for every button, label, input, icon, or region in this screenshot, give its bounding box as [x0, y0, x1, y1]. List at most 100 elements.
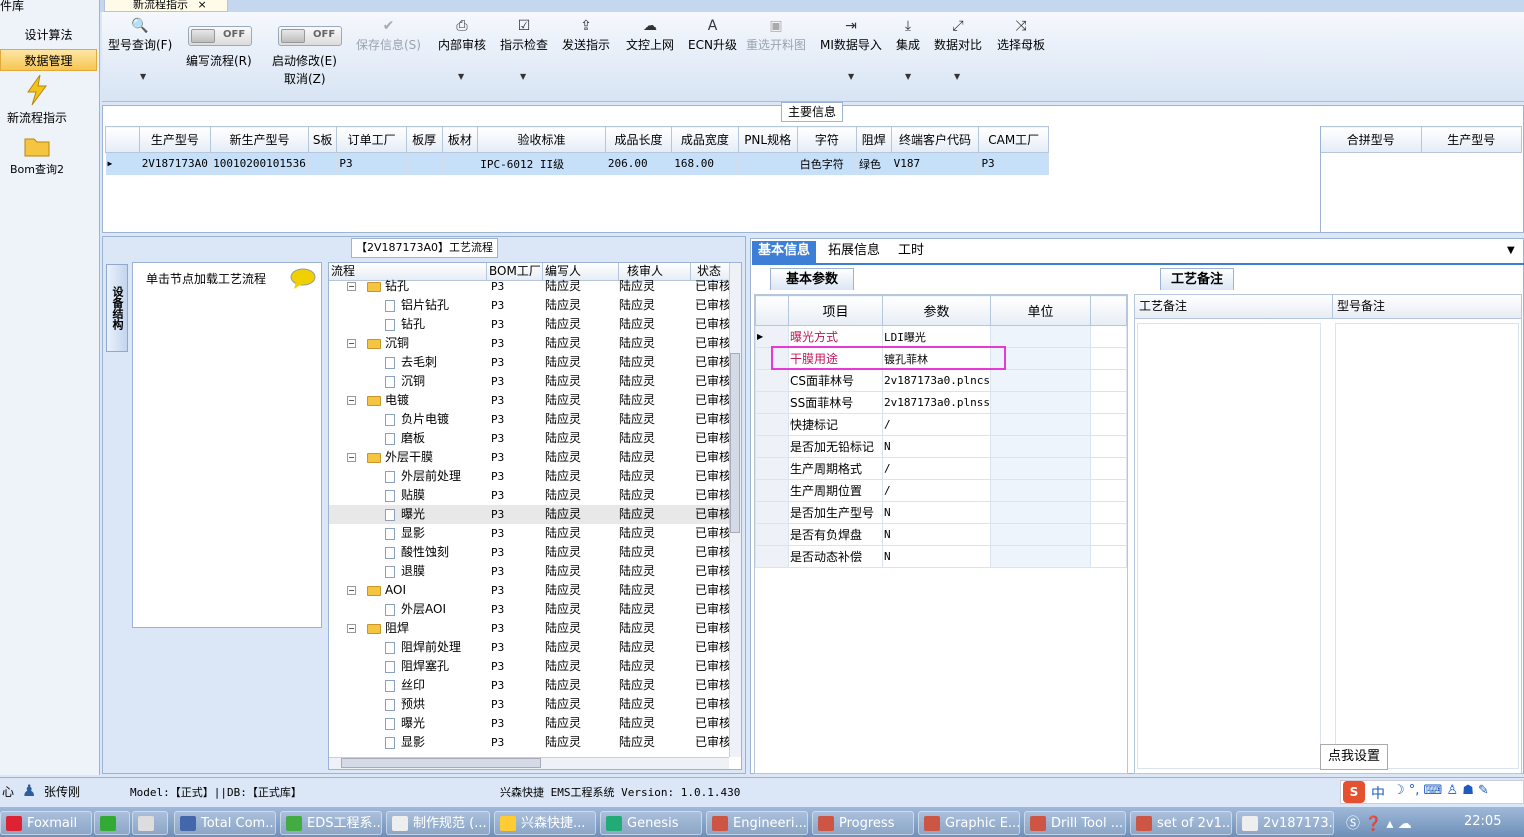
- main-cell[interactable]: [406, 152, 443, 175]
- tree-row[interactable]: 显影 P3 陆应灵 陆应灵 已审核: [329, 733, 729, 752]
- tab-extended-info[interactable]: 拓展信息: [822, 241, 886, 263]
- send-instruction-button[interactable]: ⇪ 发送指示: [562, 16, 610, 53]
- tree-row[interactable]: 曝光 P3 陆应灵 陆应灵 已审核: [329, 714, 729, 733]
- internal-review-button[interactable]: ⎙ 内部审核: [438, 16, 486, 53]
- task-set-of[interactable]: set of 2v1...: [1130, 811, 1232, 835]
- param-value[interactable]: N: [882, 523, 991, 546]
- tree-row[interactable]: − 电镀 P3 陆应灵 陆应灵 已审核: [329, 391, 729, 410]
- param-unit[interactable]: [989, 435, 1091, 458]
- param-value[interactable]: /: [882, 413, 991, 436]
- tab-work-hours[interactable]: 工时: [892, 241, 930, 263]
- collapse-icon[interactable]: −: [347, 282, 356, 291]
- main-col-header[interactable]: 验收标准: [477, 126, 606, 153]
- param-row[interactable]: SS面菲林号 2v187173a0.plnss: [755, 391, 1128, 414]
- param-unit[interactable]: [989, 413, 1091, 436]
- task-progress[interactable]: Progress: [812, 811, 914, 835]
- tab-close-icon[interactable]: ×: [198, 0, 207, 11]
- param-row[interactable]: ▶ 曝光方式 LDI曝光: [755, 325, 1128, 348]
- param-unit[interactable]: [989, 501, 1091, 524]
- main-col-header[interactable]: 板厚: [405, 126, 443, 153]
- main-col-header[interactable]: 字符: [796, 126, 857, 153]
- device-structure-tab[interactable]: 设备结构: [106, 264, 128, 352]
- main-col-header[interactable]: 阻焊: [855, 126, 892, 153]
- param-unit[interactable]: [989, 479, 1091, 502]
- main-cell[interactable]: V187: [891, 152, 980, 175]
- main-col-header[interactable]: 成品宽度: [671, 126, 739, 153]
- tree-row[interactable]: 外层AOI P3 陆应灵 陆应灵 已审核: [329, 600, 729, 619]
- main-col-header[interactable]: 板材: [441, 126, 479, 153]
- tree-row[interactable]: 阻焊前处理 P3 陆应灵 陆应灵 已审核: [329, 638, 729, 657]
- tree-row[interactable]: 酸性蚀刻 P3 陆应灵 陆应灵 已审核: [329, 543, 729, 562]
- main-cell[interactable]: 168.00: [671, 152, 739, 175]
- task-app-3[interactable]: [132, 811, 168, 835]
- check-instruction-button[interactable]: ☑ 指示检查: [500, 16, 548, 53]
- main-cell[interactable]: P3: [336, 152, 407, 175]
- param-unit[interactable]: [989, 391, 1091, 414]
- task-eds[interactable]: EDS工程系...: [280, 811, 382, 835]
- settings-tooltip[interactable]: 点我设置: [1320, 744, 1388, 770]
- model-query-dropdown-icon[interactable]: ▼: [140, 72, 146, 81]
- model-query-button[interactable]: 🔍 型号查询(F): [108, 16, 172, 53]
- nav-item-data-management[interactable]: 数据管理: [0, 49, 97, 71]
- mi-import-dropdown-icon[interactable]: ▼: [848, 72, 854, 81]
- chat-bubble-icon[interactable]: [290, 268, 316, 290]
- reselect-material-button[interactable]: ▣ 重选开料图: [746, 16, 806, 53]
- collapse-icon[interactable]: −: [347, 339, 356, 348]
- task-total-commander[interactable]: Total Com...: [174, 811, 276, 835]
- ecn-upgrade-button[interactable]: A ECN升级: [688, 16, 737, 53]
- param-row[interactable]: 生产周期格式 /: [755, 457, 1128, 480]
- main-col-header[interactable]: S板: [307, 126, 338, 153]
- collapse-icon[interactable]: −: [347, 586, 356, 595]
- task-engineering[interactable]: Engineeri...: [706, 811, 808, 835]
- main-cell[interactable]: 白色字符: [797, 152, 857, 175]
- doc-upload-button[interactable]: ☁ 文控上网: [626, 16, 674, 53]
- tab-new-flow[interactable]: 新流程指示 ×: [104, 0, 228, 12]
- edit-flow-toggle[interactable]: OFF: [188, 26, 252, 46]
- task-foxmail[interactable]: Foxmail: [0, 811, 92, 835]
- tree-row[interactable]: − 钻孔 P3 陆应灵 陆应灵 已审核: [329, 277, 729, 296]
- param-row[interactable]: 是否动态补偿 N: [755, 545, 1128, 568]
- task-genesis[interactable]: Genesis: [600, 811, 702, 835]
- tree-row[interactable]: 曝光 P3 陆应灵 陆应灵 已审核: [329, 505, 729, 524]
- param-value[interactable]: N: [882, 435, 991, 458]
- main-cell[interactable]: [442, 152, 479, 175]
- nav-bom-query[interactable]: Bom查询2: [0, 134, 74, 177]
- main-cell[interactable]: 10010200101536: [210, 152, 309, 175]
- tree-row[interactable]: 退膜 P3 陆应灵 陆应灵 已审核: [329, 562, 729, 581]
- param-value[interactable]: 2v187173a0.plnss: [882, 391, 991, 414]
- task-drill-tool[interactable]: Drill Tool ...: [1024, 811, 1126, 835]
- check-instruction-dropdown-icon[interactable]: ▼: [520, 72, 526, 81]
- collapse-icon[interactable]: −: [347, 396, 356, 405]
- main-col-header[interactable]: 订单工厂: [336, 126, 407, 153]
- main-col-header[interactable]: 成品长度: [604, 126, 673, 153]
- process-note-textarea[interactable]: [1137, 323, 1321, 769]
- mi-import-button[interactable]: ⇥ MI数据导入: [820, 16, 882, 53]
- main-cell[interactable]: [308, 152, 338, 175]
- tree-vscroll-thumb[interactable]: [730, 353, 740, 533]
- param-row[interactable]: 是否有负焊盘 N: [755, 523, 1128, 546]
- nav-new-flow[interactable]: 新流程指示: [0, 74, 74, 126]
- param-value[interactable]: N: [882, 545, 991, 568]
- tree-row[interactable]: 负片电镀 P3 陆应灵 陆应灵 已审核: [329, 410, 729, 429]
- main-col-header[interactable]: 生产型号: [138, 126, 212, 153]
- main-col-header[interactable]: 终端客户代码: [890, 126, 980, 153]
- task-xingsen[interactable]: 兴森快捷...: [494, 811, 596, 835]
- param-value[interactable]: /: [882, 479, 991, 502]
- task-spec[interactable]: 制作规范 (...: [386, 811, 490, 835]
- ime-toolbar[interactable]: S 中 ☽ °, ⌨ ♙ ☗ ✎: [1340, 780, 1524, 804]
- tree-hscroll-thumb[interactable]: [341, 758, 541, 768]
- main-col-header[interactable]: 新生产型号: [210, 126, 309, 153]
- integrate-dropdown-icon[interactable]: ▼: [905, 72, 911, 81]
- param-row[interactable]: 是否加生产型号 N: [755, 501, 1128, 524]
- param-unit[interactable]: [989, 325, 1091, 348]
- main-cell[interactable]: 2V187173A0: [139, 152, 212, 175]
- task-app-2[interactable]: [94, 811, 130, 835]
- select-master-button[interactable]: ⤨ 选择母板: [997, 16, 1045, 53]
- data-compare-dropdown-icon[interactable]: ▼: [954, 72, 960, 81]
- main-col-header[interactable]: CAM工厂: [978, 126, 1049, 153]
- main-cell[interactable]: P3: [978, 152, 1049, 175]
- main-cell[interactable]: [738, 152, 798, 175]
- param-row[interactable]: 快捷标记 /: [755, 413, 1128, 436]
- task-graphic-editor[interactable]: Graphic E...: [918, 811, 1020, 835]
- tree-row[interactable]: 丝印 P3 陆应灵 陆应灵 已审核: [329, 676, 729, 695]
